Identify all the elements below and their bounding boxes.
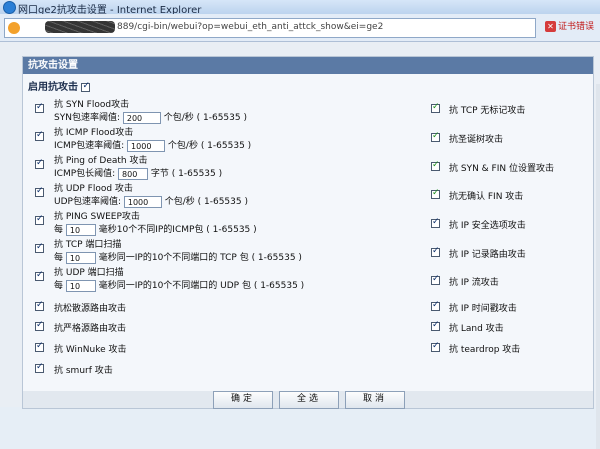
ok-button[interactable]: 确定: [213, 391, 273, 409]
syn-fin-checkbox[interactable]: [431, 160, 440, 171]
icmp-threshold-unit: 个包/秒 ( 1-65535 ): [167, 141, 252, 151]
ping-sweep-sub: 每 10 毫秒10个不同IP的ICMP包 ( 1-65535 ): [54, 222, 257, 236]
icmp-flood-sub: ICMP包速率阈值: 1000 个包/秒 ( 1-65535 ): [54, 138, 251, 152]
syn-flood-sub: SYN包速率阈值: 200 个包/秒 ( 1-65535 ): [54, 110, 247, 124]
panel-title: 抗攻击设置: [23, 57, 593, 74]
land-label: 抗 Land 攻击: [449, 324, 504, 334]
udp-portscan-label: 抗 UDP 端口扫描: [54, 268, 124, 278]
udp-portscan-prefix: 每: [54, 281, 64, 291]
loose-source-route-label: 抗松散源路由攻击: [54, 304, 127, 314]
ping-sweep-checkbox[interactable]: [35, 214, 44, 225]
title-bar: 网口ge2抗攻击设置 - Internet Explorer: [0, 0, 600, 16]
icmp-length-label: ICMP包长阈值:: [54, 169, 116, 179]
cancel-button[interactable]: 取消: [345, 391, 405, 409]
ip-stream-checkbox[interactable]: [431, 274, 440, 285]
tcp-portscan-input[interactable]: 10: [65, 251, 96, 264]
icmp-length-input[interactable]: 800: [118, 167, 149, 180]
syn-threshold-label: SYN包速率阈值:: [54, 113, 120, 123]
ip-timestamp-checkbox[interactable]: [431, 300, 440, 311]
tcp-portscan-unit: 毫秒同一IP的10个不同端口的 TCP 包 ( 1-65535 ): [98, 253, 302, 263]
winnuke-checkbox[interactable]: [35, 341, 44, 352]
address-bar: 889/cgi-bin/webui?op=webui_eth_anti_attc…: [0, 14, 600, 42]
page-icon: [8, 22, 20, 34]
ip-stream-label: 抗 IP 流攻击: [449, 278, 499, 288]
icmp-flood-label: 抗 ICMP Flood攻击: [54, 128, 134, 138]
udp-flood-sub: UDP包速率阈值: 1000 个包/秒 ( 1-65535 ): [54, 194, 248, 208]
url-input[interactable]: 889/cgi-bin/webui?op=webui_eth_anti_attc…: [4, 18, 536, 38]
udp-portscan-sub: 每 10 毫秒同一IP的10个不同端口的 UDP 包 ( 1-65535 ): [54, 278, 304, 292]
udp-portscan-input[interactable]: 10: [65, 279, 96, 292]
enable-label: 启用抗攻击: [28, 82, 78, 93]
ie-icon: [3, 1, 16, 14]
ping-sweep-unit: 毫秒10个不同IP的ICMP包 ( 1-65535 ): [98, 225, 257, 235]
syn-threshold-unit: 个包/秒 ( 1-65535 ): [163, 113, 247, 123]
syn-flood-label: 抗 SYN Flood攻击: [54, 100, 130, 110]
tcp-portscan-prefix: 每: [54, 253, 64, 263]
udp-flood-checkbox[interactable]: [35, 186, 44, 197]
ping-sweep-input[interactable]: 10: [65, 223, 96, 236]
ping-of-death-sub: ICMP包长阈值: 800 字节 ( 1-65535 ): [54, 166, 222, 180]
icmp-threshold-input[interactable]: 1000: [127, 139, 166, 152]
fin-no-ack-checkbox[interactable]: [431, 188, 440, 199]
ping-sweep-label: 抗 PING SWEEP攻击: [54, 212, 140, 222]
loose-source-route-checkbox[interactable]: [35, 300, 44, 311]
select-all-button[interactable]: 全选: [279, 391, 339, 409]
tcp-portscan-sub: 每 10 毫秒同一IP的10个不同端口的 TCP 包 ( 1-65535 ): [54, 250, 302, 264]
ip-timestamp-label: 抗 IP 时间戳攻击: [449, 304, 517, 314]
tcp-portscan-label: 抗 TCP 端口扫描: [54, 240, 122, 250]
ip-record-route-label: 抗 IP 记录路由攻击: [449, 250, 526, 260]
tcp-no-flag-label: 抗 TCP 无标记攻击: [449, 106, 526, 116]
xmas-tree-label: 抗圣诞树攻击: [449, 135, 504, 145]
ip-security-label: 抗 IP 安全选项攻击: [449, 221, 526, 231]
syn-flood-checkbox[interactable]: [35, 102, 44, 113]
ping-of-death-checkbox[interactable]: [35, 158, 44, 169]
udp-threshold-input[interactable]: 1000: [123, 195, 162, 208]
cert-error-label: 证书错误: [558, 22, 595, 32]
redaction-scribble: [45, 21, 115, 33]
udp-portscan-checkbox[interactable]: [35, 270, 44, 281]
cert-error-icon: ✕: [545, 21, 556, 32]
fin-no-ack-label: 抗无确认 FIN 攻击: [449, 192, 524, 202]
url-text: 889/cgi-bin/webui?op=webui_eth_anti_attc…: [117, 22, 384, 32]
udp-threshold-label: UDP包速率阈值:: [54, 197, 121, 207]
ping-of-death-label: 抗 Ping of Death 攻击: [54, 156, 148, 166]
icmp-threshold-label: ICMP包速率阈值:: [54, 141, 125, 151]
anti-attack-panel: 抗攻击设置 启用抗攻击 抗 SYN Flood攻击 SYN包速率阈值: 200 …: [22, 56, 594, 409]
smurf-label: 抗 smurf 攻击: [54, 366, 113, 376]
land-checkbox[interactable]: [431, 320, 440, 331]
ip-record-route-checkbox[interactable]: [431, 246, 440, 257]
xmas-tree-checkbox[interactable]: [431, 131, 440, 142]
strict-source-route-checkbox[interactable]: [35, 320, 44, 331]
teardrop-label: 抗 teardrop 攻击: [449, 345, 521, 355]
enable-anti-attack: 启用抗攻击: [28, 78, 91, 93]
icmp-length-unit: 字节 ( 1-65535 ): [150, 169, 223, 179]
icmp-flood-checkbox[interactable]: [35, 130, 44, 141]
vertical-scrollbar[interactable]: [596, 84, 600, 449]
ping-sweep-prefix: 每: [54, 225, 64, 235]
udp-portscan-unit: 毫秒同一IP的10个不同端口的 UDP 包 ( 1-65535 ): [98, 281, 305, 291]
tcp-no-flag-checkbox[interactable]: [431, 102, 440, 113]
udp-threshold-unit: 个包/秒 ( 1-65535 ): [164, 197, 248, 207]
syn-threshold-input[interactable]: 200: [122, 111, 161, 124]
winnuke-label: 抗 WinNuke 攻击: [54, 345, 127, 355]
tcp-portscan-checkbox[interactable]: [35, 242, 44, 253]
ip-security-checkbox[interactable]: [431, 217, 440, 228]
strict-source-route-label: 抗严格源路由攻击: [54, 324, 127, 334]
page-content: 抗攻击设置 启用抗攻击 抗 SYN Flood攻击 SYN包速率阈值: 200 …: [0, 42, 600, 449]
button-bar: 确定 全选 取消: [23, 391, 593, 409]
cert-error-badge[interactable]: ✕ 证书错误: [545, 19, 594, 32]
udp-flood-label: 抗 UDP Flood 攻击: [54, 184, 133, 194]
enable-checkbox[interactable]: [81, 81, 91, 92]
smurf-checkbox[interactable]: [35, 362, 44, 373]
syn-fin-label: 抗 SYN & FIN 位设置攻击: [449, 164, 554, 174]
teardrop-checkbox[interactable]: [431, 341, 440, 352]
